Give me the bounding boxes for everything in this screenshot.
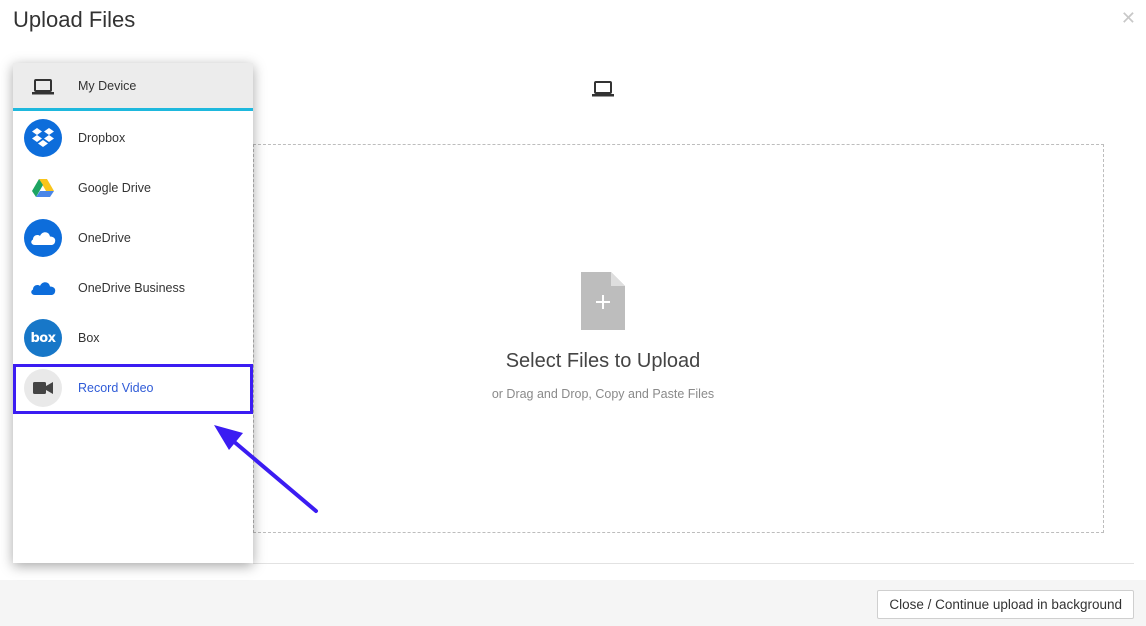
sidebar-item-onedrive[interactable]: OneDrive — [13, 213, 253, 263]
drop-title: Select Files to Upload — [505, 350, 701, 372]
sidebar-item-label: OneDrive Business — [78, 281, 185, 295]
sidebar-item-onedrive-business[interactable]: OneDrive Business — [13, 263, 253, 313]
google-drive-icon — [24, 169, 62, 207]
sidebar-item-label: Box — [78, 331, 100, 345]
source-sidebar: My Device Dropbox Google Drive OneDrive … — [13, 63, 253, 563]
sidebar-item-label: Google Drive — [78, 181, 151, 195]
sidebar-item-label: Dropbox — [78, 131, 126, 145]
laptop-icon — [24, 68, 62, 106]
drop-subtitle: or Drag and Drop, Copy and Paste Files — [491, 387, 715, 401]
onedrive-business-icon — [24, 269, 62, 307]
close-icon[interactable]: ✕ — [1121, 8, 1136, 28]
divider — [253, 563, 1134, 564]
sidebar-item-my-device[interactable]: My Device — [13, 63, 253, 111]
laptop-icon — [592, 81, 614, 97]
sidebar-item-label: OneDrive — [78, 231, 131, 245]
add-file-icon[interactable] — [581, 272, 625, 330]
dropbox-icon — [24, 119, 62, 157]
onedrive-icon — [24, 219, 62, 257]
sidebar-item-record-video[interactable]: Record Video — [13, 363, 253, 413]
dialog-title: Upload Files — [13, 7, 136, 32]
sidebar-item-label: My Device — [78, 78, 137, 93]
box-logo-text: box — [30, 330, 56, 346]
drop-zone[interactable] — [253, 144, 1104, 533]
sidebar-item-dropbox[interactable]: Dropbox — [13, 113, 253, 163]
sidebar-item-box[interactable]: box Box — [13, 313, 253, 363]
sidebar-item-google-drive[interactable]: Google Drive — [13, 163, 253, 213]
close-continue-button[interactable]: Close / Continue upload in background — [877, 590, 1134, 619]
video-camera-icon — [24, 369, 62, 407]
sidebar-item-label: Record Video — [78, 381, 154, 395]
box-icon: box — [24, 319, 62, 357]
footer: Close / Continue upload in background — [0, 580, 1146, 626]
